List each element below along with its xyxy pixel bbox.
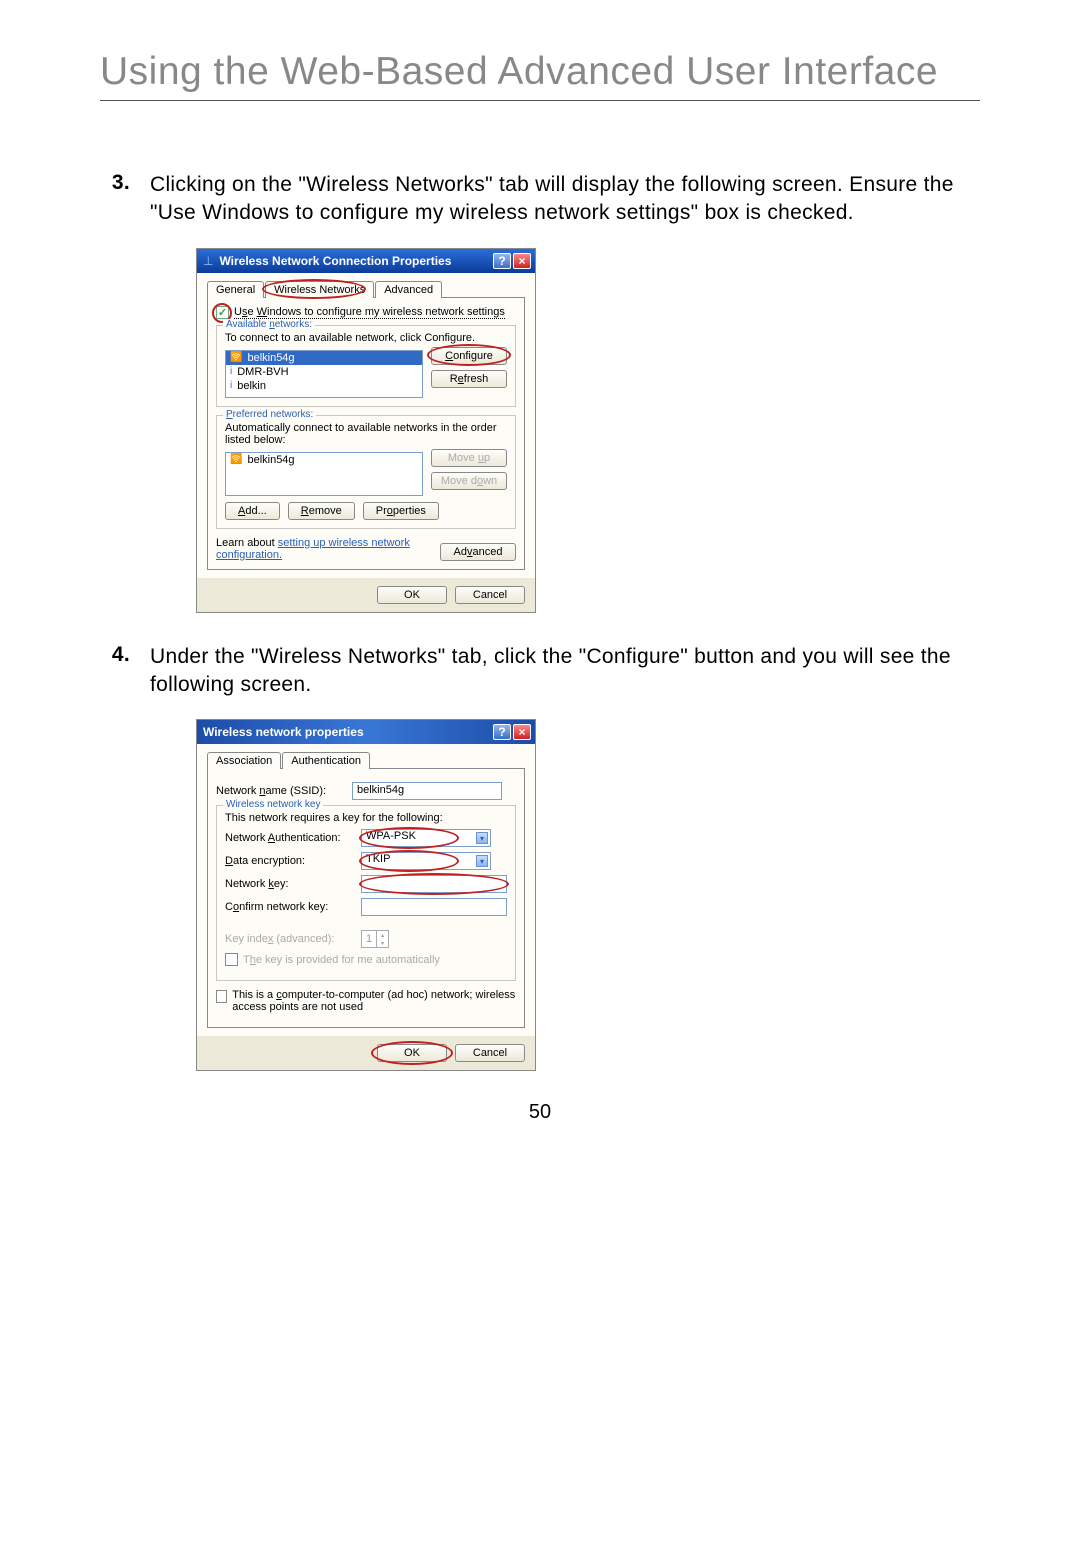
advanced-button[interactable]: Advanced: [440, 543, 516, 561]
wireless-network-properties-dialog: Wireless network properties ? × Associat…: [196, 719, 536, 1071]
step-4-text: Under the "Wireless Networks" tab, click…: [150, 643, 980, 700]
data-encryption-select[interactable]: TKIP ▾: [361, 852, 491, 870]
wireless-key-legend: Wireless network key: [223, 799, 323, 810]
step-4-number: 4.: [100, 643, 150, 700]
chevron-up-icon: ▴: [376, 931, 388, 939]
refresh-button[interactable]: Refresh: [431, 370, 507, 388]
ok-button[interactable]: OK: [377, 1044, 447, 1062]
move-up-button[interactable]: Move up: [431, 449, 507, 467]
list-item-label: belkin54g: [247, 454, 294, 466]
auto-key-label: The key is provided for me automatically: [243, 954, 440, 966]
cancel-button[interactable]: Cancel: [455, 586, 525, 604]
signal-icon: 🛜: [230, 352, 242, 363]
network-key-input[interactable]: [361, 875, 507, 893]
tab-wireless-networks[interactable]: Wireless Networks: [265, 281, 374, 298]
auth-label: Network Authentication:: [225, 832, 355, 844]
auth-value: WPA-PSK: [366, 830, 416, 842]
page-number: 50: [100, 1101, 980, 1124]
use-windows-checkbox[interactable]: ✓: [216, 306, 229, 319]
adhoc-checkbox[interactable]: ✓: [216, 990, 227, 1003]
list-item-label: DMR-BVH: [237, 366, 288, 378]
key-index-spinner: 1 ▴▾: [361, 930, 389, 948]
chevron-down-icon: ▾: [476, 832, 488, 844]
preferred-networks-legend: Preferred networks:: [223, 409, 316, 420]
step-4: 4. Under the "Wireless Networks" tab, cl…: [100, 643, 980, 700]
ok-button[interactable]: OK: [377, 586, 447, 604]
remove-button[interactable]: Remove: [288, 502, 355, 520]
tab-wireless-label: Wireless Networks: [274, 284, 365, 296]
signal-icon: i: [230, 366, 232, 377]
signal-icon: i: [230, 380, 232, 391]
available-hint: To connect to an available network, clic…: [225, 332, 507, 344]
tab-authentication[interactable]: Authentication: [282, 752, 370, 769]
dialog-title: Wireless network properties: [203, 725, 491, 739]
available-networks-group: Available networks: To connect to an ava…: [216, 325, 516, 407]
wireless-connection-properties-dialog: ⊥ Wireless Network Connection Properties…: [196, 248, 536, 613]
network-icon: ⊥: [203, 254, 213, 268]
list-item[interactable]: 🛜 belkin54g: [226, 351, 422, 365]
tab-general[interactable]: General: [207, 281, 264, 298]
titlebar: Wireless network properties ? ×: [197, 720, 535, 744]
encryption-label: Data encryption:: [225, 855, 355, 867]
key-index-label: Key index (advanced):: [225, 933, 355, 945]
move-down-button[interactable]: Move down: [431, 472, 507, 490]
network-key-label: Network key:: [225, 878, 355, 890]
titlebar: ⊥ Wireless Network Connection Properties…: [197, 249, 535, 273]
use-windows-label: Use Windows to configure my wireless net…: [234, 306, 505, 319]
available-networks-list[interactable]: 🛜 belkin54g i DMR-BVH ibelkin: [225, 350, 423, 398]
chevron-down-icon: ▾: [476, 855, 488, 867]
properties-button[interactable]: Properties: [363, 502, 439, 520]
confirm-key-input[interactable]: [361, 898, 507, 916]
configure-button[interactable]: Configure: [431, 347, 507, 365]
ssid-input[interactable]: belkin54g: [352, 782, 502, 800]
close-button[interactable]: ×: [513, 724, 531, 740]
list-item-label: belkin54g: [247, 352, 294, 364]
step-3-text: Clicking on the "Wireless Networks" tab …: [150, 171, 980, 228]
enc-value: TKIP: [366, 853, 390, 865]
learn-about-text: Learn about setting up wireless network …: [216, 537, 416, 561]
confirm-key-label: Confirm network key:: [225, 901, 355, 913]
close-button[interactable]: ×: [513, 253, 531, 269]
chevron-down-icon: ▾: [376, 939, 388, 947]
list-item[interactable]: ibelkin: [226, 379, 422, 393]
auto-key-checkbox: ✓: [225, 953, 238, 966]
help-button[interactable]: ?: [493, 253, 511, 269]
add-button[interactable]: Add...: [225, 502, 280, 520]
adhoc-label: This is a computer-to-computer (ad hoc) …: [232, 989, 516, 1013]
help-button[interactable]: ?: [493, 724, 511, 740]
list-item[interactable]: 🛜 belkin54g: [226, 453, 422, 467]
key-index-value: 1: [366, 933, 372, 945]
step-3: 3. Clicking on the "Wireless Networks" t…: [100, 171, 980, 228]
signal-icon: 🛜: [230, 454, 242, 465]
key-hint: This network requires a key for the foll…: [225, 812, 507, 824]
preferred-networks-list[interactable]: 🛜 belkin54g: [225, 452, 423, 496]
wireless-key-group: Wireless network key This network requir…: [216, 805, 516, 981]
list-item-label: belkin: [237, 380, 266, 392]
dialog-title: Wireless Network Connection Properties: [219, 254, 491, 268]
ssid-label: Network name (SSID):: [216, 785, 346, 797]
preferred-hint: Automatically connect to available netwo…: [225, 422, 507, 446]
step-3-number: 3.: [100, 171, 150, 228]
cancel-button[interactable]: Cancel: [455, 1044, 525, 1062]
tab-association[interactable]: Association: [207, 752, 281, 769]
preferred-networks-group: Preferred networks: Automatically connec…: [216, 415, 516, 529]
network-authentication-select[interactable]: WPA-PSK ▾: [361, 829, 491, 847]
available-networks-legend: Available networks:: [223, 319, 315, 330]
list-item[interactable]: i DMR-BVH: [226, 365, 422, 379]
tab-advanced[interactable]: Advanced: [375, 281, 442, 298]
page-title: Using the Web-Based Advanced User Interf…: [100, 50, 980, 101]
